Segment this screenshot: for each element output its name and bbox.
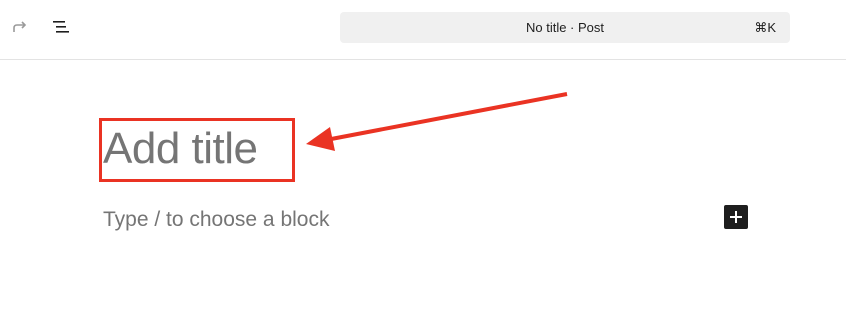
plus-icon (730, 211, 742, 223)
add-block-button[interactable] (724, 205, 748, 229)
post-title-input[interactable]: Add title (103, 120, 258, 178)
document-title: No title · Post (525, 20, 605, 35)
command-shortcut: ⌘K (754, 20, 776, 35)
editor-app: No title · Post ⌘K Add title Type / to c… (0, 0, 846, 324)
editor-header: No title · Post ⌘K (0, 0, 846, 60)
list-view-button[interactable] (47, 13, 75, 41)
command-palette-button[interactable]: No title · Post ⌘K (340, 12, 790, 43)
redo-icon (13, 21, 27, 32)
list-view-icon (53, 21, 69, 33)
block-placeholder[interactable]: Type / to choose a block (103, 206, 329, 234)
redo-button[interactable] (6, 13, 34, 41)
